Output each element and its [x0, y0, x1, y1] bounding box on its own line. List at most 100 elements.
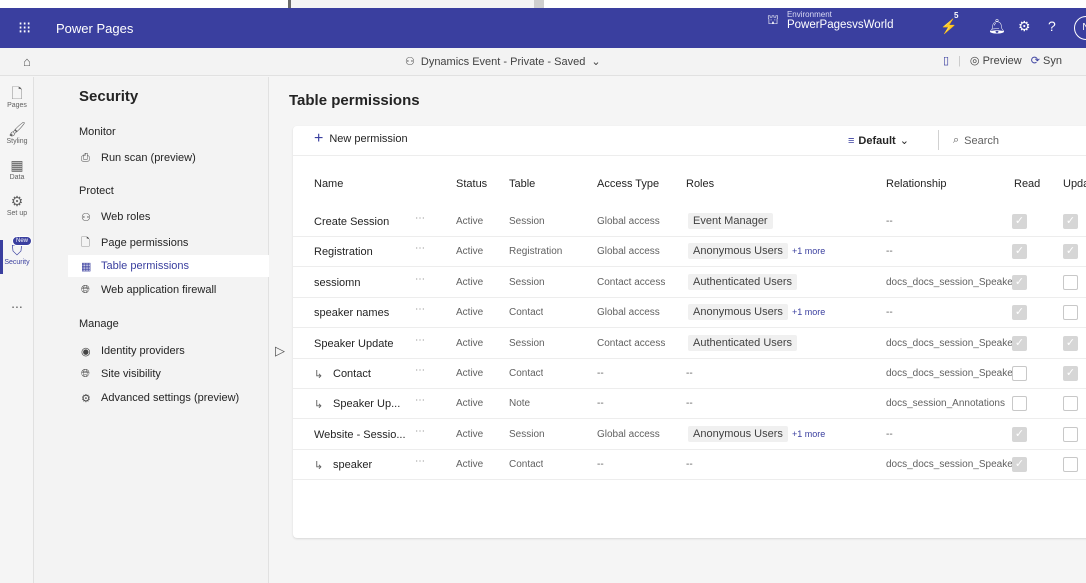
more-roles-link[interactable]: +1 more [792, 307, 825, 317]
table-row[interactable]: ↳ Speaker Up... ⋯ Active Note -- -- docs_sessio… [293, 389, 1086, 420]
permissions-card: + New permission ≡ Default ⌄ ⌕ Search Name S… [293, 126, 1086, 538]
more-roles-link[interactable]: +1 more [792, 246, 825, 256]
nav-item-label: Page permissions [101, 237, 189, 249]
more-options-icon[interactable]: ⋯ [415, 365, 425, 376]
more-options-icon[interactable]: ⋯ [415, 213, 425, 224]
nav-item-advanced-settings[interactable]: ⚙ Advanced settings (preview) [68, 387, 269, 409]
permission-name[interactable]: Website - Sessio... [314, 429, 424, 441]
access-type: Global access [597, 428, 660, 440]
permission-name[interactable]: Contact [333, 368, 423, 380]
read-checkbox[interactable]: ✓ [1012, 457, 1027, 473]
update-checkbox[interactable] [1063, 305, 1078, 321]
more-options-icon[interactable]: ⋯ [415, 426, 425, 437]
column-header-table[interactable]: Table [509, 178, 535, 190]
relationship-text: docs_docs_session_Speaker_con [886, 276, 1014, 288]
site-title-dropdown[interactable]: ⚇ Dynamics Event - Private - Saved ⌄ [405, 55, 601, 69]
table-row[interactable]: Speaker Update ⋯ Active Session Contact acce… [293, 329, 1086, 359]
more-roles-link[interactable]: +1 more [792, 429, 825, 439]
table-name: Session [509, 276, 545, 288]
table-row[interactable]: speaker names ⋯ Active Contact Global access… [293, 298, 1086, 329]
device-icon[interactable]: ▯ [943, 54, 949, 67]
preview-button[interactable]: ◎ Preview [970, 54, 1022, 67]
update-checkbox[interactable]: ✓ [1063, 366, 1078, 381]
table-row[interactable]: ↳ Contact ⋯ Active Contact -- -- docs_docs_sess… [293, 359, 1086, 389]
read-checkbox[interactable] [1012, 396, 1027, 412]
column-header-roles[interactable]: Roles [686, 178, 714, 190]
table-row[interactable]: Registration ⋯ Active Registration Global ac… [293, 237, 1086, 268]
update-checkbox[interactable] [1063, 426, 1078, 442]
update-checkbox[interactable] [1063, 396, 1078, 412]
nav-item-identity-providers[interactable]: ◉ Identity providers [68, 340, 269, 362]
update-checkbox[interactable]: ✓ [1063, 244, 1078, 260]
read-checkbox[interactable]: ✓ [1012, 305, 1027, 321]
column-header-read[interactable]: Read [1014, 178, 1040, 190]
help-icon[interactable]: ? [1048, 18, 1056, 34]
table-row[interactable]: Website - Sessio... ⋯ Active Session Global … [293, 420, 1086, 450]
rail-item-setup[interactable]: ⚙ Set up [0, 193, 34, 217]
more-options-icon[interactable]: ⋯ [415, 395, 425, 406]
column-header-status[interactable]: Status [456, 178, 487, 190]
permission-name[interactable]: speaker names [314, 307, 424, 319]
chevron-down-icon: ⌄ [899, 135, 909, 147]
table-row[interactable]: ↳ speaker ⋯ Active Contact -- -- docs_docs_sess… [293, 450, 1086, 481]
permission-name[interactable]: Speaker Update [314, 338, 424, 350]
column-header-relationship[interactable]: Relationship [886, 178, 947, 190]
read-checkbox[interactable]: ✓ [1012, 426, 1027, 442]
nav-item-run-scan[interactable]: ⎙ Run scan (preview) [68, 147, 269, 169]
column-header-access-type[interactable]: Access Type [597, 178, 659, 190]
read-checkbox[interactable]: ✓ [1012, 214, 1027, 229]
permission-name[interactable]: Registration [314, 246, 424, 258]
read-checkbox[interactable] [1012, 366, 1027, 381]
permission-name[interactable]: Speaker Up... [333, 398, 423, 410]
app-launcher-icon[interactable]: ⁝⁝⁝ [18, 18, 48, 38]
update-checkbox[interactable]: ✓ [1063, 214, 1078, 229]
sync-button[interactable]: ⟳ Syn [1031, 54, 1062, 67]
read-checkbox[interactable]: ✓ [1012, 244, 1027, 260]
nav-item-web-roles[interactable]: ⚇ Web roles [68, 206, 269, 228]
plus-icon: + [314, 130, 324, 147]
page-icon: 🗋 [11, 85, 23, 101]
rail-item-security[interactable]: New ⛉ Security [0, 236, 34, 274]
app-name[interactable]: Power Pages [56, 21, 133, 36]
new-permission-button[interactable]: + New permission [314, 130, 408, 147]
site-icon: ⚇ [405, 56, 415, 68]
read-checkbox[interactable]: ✓ [1012, 335, 1027, 351]
permission-name[interactable]: speaker [333, 459, 423, 471]
view-selector[interactable]: ≡ Default ⌄ [848, 134, 909, 148]
nav-item-table-permissions[interactable]: ▦ Table permissions [68, 255, 269, 277]
environment-picker[interactable]: ⛫ Environment PowerPagesvsWorld [767, 10, 893, 31]
nav-item-page-permissions[interactable]: 🗋 Page permissions [68, 232, 269, 254]
update-checkbox[interactable]: ✓ [1063, 335, 1078, 351]
copilot-icon[interactable]: ⚡ [940, 18, 957, 35]
table-row[interactable]: Create Session ⋯ Active Session Global acces… [293, 207, 1086, 237]
read-checkbox[interactable]: ✓ [1012, 274, 1027, 290]
more-options-icon[interactable]: ⋯ [415, 243, 425, 254]
update-checkbox[interactable] [1063, 274, 1078, 290]
column-header-update[interactable]: Upda [1063, 178, 1086, 190]
gear-icon[interactable]: ⚙ [1018, 18, 1031, 35]
rail-item-data[interactable]: ▦ Data [0, 157, 34, 181]
more-options-icon[interactable]: ⋯ [415, 274, 425, 285]
rail-item-styling[interactable]: 🖌︎ Styling [0, 121, 34, 145]
bell-icon[interactable]: 🔔︎ [988, 18, 1006, 35]
avatar[interactable]: N [1074, 16, 1086, 40]
more-options-icon[interactable]: ⋯ [415, 304, 425, 315]
nav-item-web-application-firewall[interactable]: 🌐︎ Web application firewall [68, 279, 269, 301]
page-title: Table permissions [289, 92, 420, 109]
column-header-name[interactable]: Name [314, 178, 343, 190]
home-icon[interactable]: ⌂ [23, 54, 31, 69]
more-options-icon[interactable]: ⋯ [415, 456, 425, 467]
table-row[interactable]: sessiomn ⋯ Active Session Contact access Auth… [293, 268, 1086, 298]
more-options-icon[interactable]: ⋯ [415, 335, 425, 346]
update-checkbox[interactable] [1063, 457, 1078, 473]
nav-item-label: Web application firewall [101, 284, 217, 296]
child-arrow-icon: ↳ [314, 369, 324, 381]
nav-item-site-visibility[interactable]: 🌐︎ Site visibility [68, 363, 269, 385]
search-input[interactable]: ⌕ Search [953, 134, 999, 147]
rail-item-pages[interactable]: 🗋 Pages [0, 85, 34, 109]
permission-name[interactable]: sessiomn [314, 277, 424, 289]
permission-name[interactable]: Create Session [314, 216, 424, 228]
rail-item-more[interactable]: ... [0, 295, 34, 311]
search-placeholder: Search [964, 134, 1000, 147]
setup-icon: ⚙ [10, 193, 24, 209]
